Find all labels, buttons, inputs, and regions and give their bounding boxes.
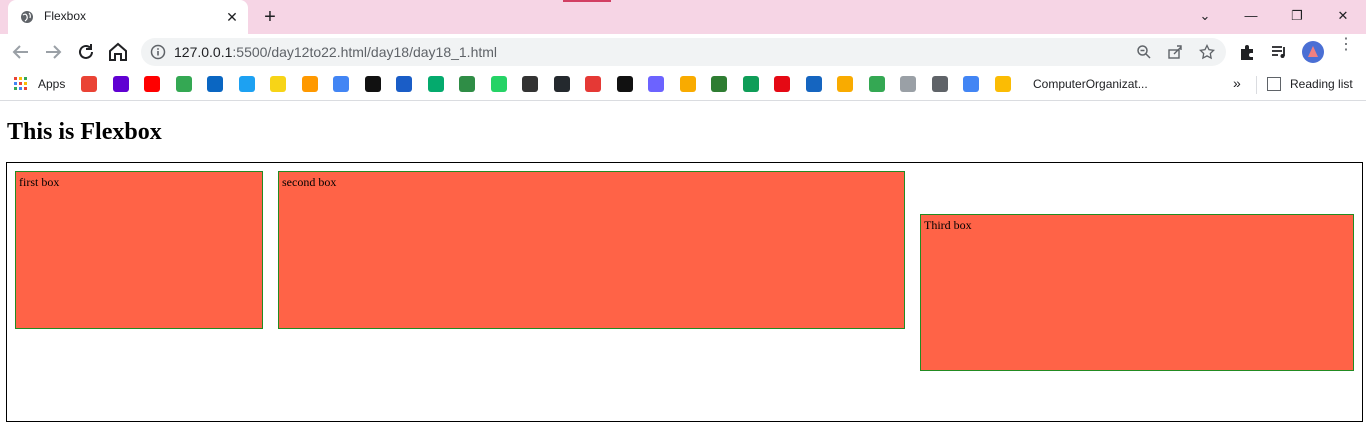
bookmark-youtube-icon[interactable] (144, 76, 160, 92)
media-queue-icon[interactable] (1270, 43, 1288, 61)
url-path: :5500/day12to22.html/day18/day18_1.html (232, 44, 498, 60)
window-close-button[interactable]: ✕ (1323, 4, 1363, 28)
bookmark-computer-organization[interactable]: ComputerOrganizat... (1033, 77, 1148, 91)
bookmark-page-icon[interactable] (900, 76, 916, 92)
bookmarks-bar: Apps ComputerOrganizat... » Reading list (0, 70, 1366, 101)
bookmark-netflix-icon[interactable] (774, 76, 790, 92)
home-icon[interactable] (106, 40, 130, 64)
bookmark-classroom-icon[interactable] (679, 76, 696, 92)
bookmark-brackets-icon[interactable] (837, 76, 853, 92)
bookmark-sheets-icon[interactable] (742, 76, 759, 92)
bookmark-geeksforgeeks-icon[interactable] (459, 76, 475, 92)
profile-avatar[interactable] (1302, 41, 1324, 63)
new-tab-button[interactable]: + (258, 5, 282, 29)
zoom-out-icon[interactable] (1136, 44, 1152, 60)
bookmark-github-icon[interactable] (553, 76, 570, 92)
address-bar[interactable]: 127.0.0.1:5500/day12to22.html/day18/day1… (141, 38, 1226, 66)
bookmark-gmail-icon[interactable] (81, 76, 97, 92)
bookmark-flipkart-icon[interactable] (270, 76, 286, 92)
menu-kebab-icon[interactable]: ⋮ (1338, 37, 1354, 53)
tab-strip-accent (563, 0, 611, 2)
url-host: 127.0.0.1 (174, 44, 233, 60)
third-box: Third box (920, 214, 1354, 371)
toolbar: 127.0.0.1:5500/day12to22.html/day18/day1… (0, 34, 1366, 70)
bookmark-lifebuoy-icon[interactable] (585, 76, 601, 92)
bookmark-graduation-cap-icon[interactable] (522, 76, 538, 92)
info-icon[interactable] (150, 44, 166, 60)
bookmark-shield-icon[interactable] (931, 76, 948, 92)
bookmark-linkedin-icon[interactable] (207, 76, 223, 92)
page-heading: This is Flexbox (7, 119, 162, 145)
bookmark-google-2-icon[interactable] (963, 76, 979, 92)
bookmark-codechef-icon[interactable] (396, 76, 412, 92)
bookmark-maps-icon[interactable] (175, 76, 192, 92)
bookmark-drive-2-icon[interactable] (994, 76, 1011, 92)
apps-grid-icon[interactable] (14, 77, 28, 91)
bookmark-google-icon[interactable] (333, 76, 349, 92)
restore-button[interactable]: ❐ (1277, 4, 1317, 28)
bookmark-bookmark-black-icon[interactable] (364, 76, 381, 92)
tab-flexbox[interactable]: Flexbox ✕ (8, 0, 248, 34)
tab-strip: Flexbox ✕ + ⌄ — ❐ ✕ (0, 0, 1366, 34)
bookmark-whatsapp-icon[interactable] (490, 76, 507, 92)
minimize-button[interactable]: — (1231, 4, 1271, 28)
forward-arrow-icon[interactable] (41, 40, 65, 64)
page-content: This is Flexbox first box second box Thi… (0, 101, 1366, 448)
bookmark-hackerrank-icon[interactable] (616, 76, 633, 92)
bookmark-w3schools-icon[interactable] (427, 76, 444, 92)
bookmark-code-editor-icon[interactable] (648, 76, 664, 92)
bookmarks-overflow-button[interactable]: » (1233, 75, 1241, 91)
reading-list-icon[interactable] (1267, 77, 1281, 91)
second-box: second box (278, 171, 905, 329)
bookmark-play-icon[interactable] (805, 76, 822, 92)
reload-icon[interactable] (74, 40, 98, 64)
flex-container: first box second box Third box (6, 162, 1363, 422)
bookmarks-divider (1256, 76, 1257, 94)
apps-label[interactable]: Apps (38, 77, 65, 91)
share-icon[interactable] (1167, 44, 1183, 60)
back-arrow-icon[interactable] (9, 40, 33, 64)
star-icon[interactable] (1199, 44, 1215, 60)
tab-search-button[interactable]: ⌄ (1185, 4, 1225, 28)
bookmark-drive-icon[interactable] (868, 76, 885, 92)
extensions-icon[interactable] (1238, 43, 1256, 61)
tab-title: Flexbox (44, 9, 87, 23)
url-text[interactable]: 127.0.0.1:5500/day12to22.html/day18/day1… (174, 44, 497, 60)
globe-icon (21, 11, 33, 23)
reading-list-label[interactable]: Reading list (1290, 77, 1353, 91)
bookmark-circle-green-icon[interactable] (711, 76, 727, 92)
tab-close-button[interactable]: ✕ (222, 7, 242, 27)
bookmark-amazon-icon[interactable] (301, 76, 318, 92)
bookmark-yahoo-mail-icon[interactable] (112, 76, 129, 92)
bookmark-twitter-icon[interactable] (238, 76, 255, 92)
first-box: first box (15, 171, 263, 329)
